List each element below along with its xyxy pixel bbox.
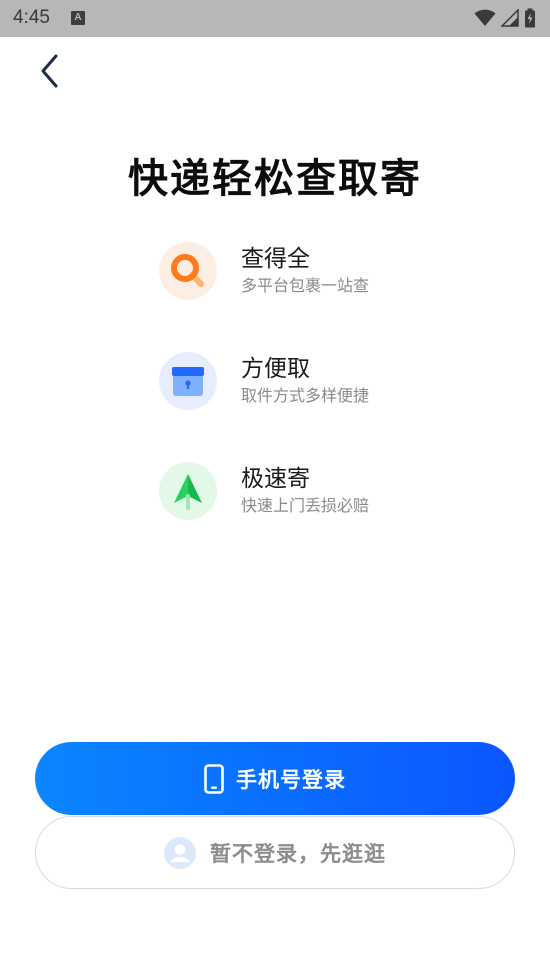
- feature-item-search: 查得全 多平台包裹一站查: [159, 242, 369, 300]
- feature-desc: 快速上门丢损必赔: [241, 496, 370, 515]
- status-icons: [474, 8, 536, 28]
- guest-browse-label: 暂不登录，先逛逛: [210, 841, 386, 866]
- feature-icon-wrapper: [159, 462, 217, 520]
- back-button[interactable]: [30, 50, 70, 92]
- arrow-up-icon: [174, 474, 202, 510]
- phone-icon: [204, 763, 224, 794]
- notification-a-icon: A: [71, 11, 85, 25]
- phone-login-label: 手机号登录: [236, 767, 346, 792]
- feature-title: 查得全: [241, 246, 310, 272]
- page-title: 快递轻松查取寄: [128, 156, 422, 202]
- chevron-left-icon: [41, 54, 58, 88]
- feature-title: 方便取: [241, 356, 310, 382]
- wifi-icon: [474, 9, 496, 26]
- feature-icon-wrapper: [159, 242, 217, 300]
- status-bar: 4:45 A: [0, 0, 550, 37]
- user-avatar-icon: [164, 836, 196, 869]
- status-time: 4:45: [13, 7, 50, 28]
- phone-login-button[interactable]: 手机号登录: [35, 742, 515, 815]
- box-icon: [172, 367, 204, 396]
- guest-browse-button[interactable]: 暂不登录，先逛逛: [35, 816, 515, 889]
- feature-item-send: 极速寄 快速上门丢损必赔: [159, 462, 369, 520]
- feature-icon-wrapper: [159, 352, 217, 410]
- feature-item-pickup: 方便取 取件方式多样便捷: [159, 352, 369, 410]
- feature-desc: 取件方式多样便捷: [241, 386, 370, 405]
- search-icon: [171, 254, 204, 287]
- signal-icon: [501, 9, 519, 27]
- battery-icon: [525, 8, 535, 28]
- feature-title: 极速寄: [241, 466, 310, 492]
- feature-desc: 多平台包裹一站查: [241, 276, 370, 295]
